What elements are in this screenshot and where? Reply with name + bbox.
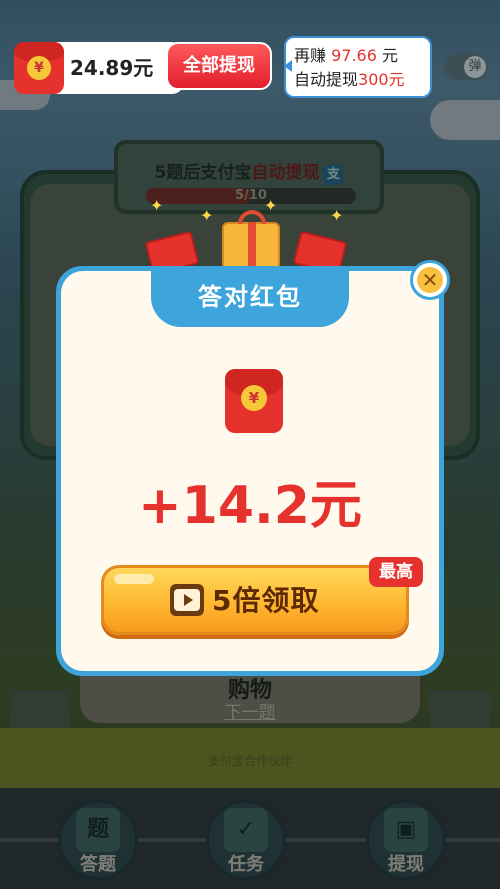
video-play-icon bbox=[170, 584, 204, 616]
auto-withdraw-amount: 300元 bbox=[358, 70, 405, 89]
earn-amount: 97.66 bbox=[331, 46, 377, 65]
best-badge: 最高 bbox=[369, 557, 423, 587]
balance-display: ¥ 24.89元 bbox=[14, 42, 184, 94]
red-envelope-icon: ¥ bbox=[225, 369, 283, 433]
sparkle-icon: ✦ bbox=[264, 196, 278, 215]
withdraw-all-button[interactable]: 全部提现 bbox=[166, 42, 272, 90]
gift-box-icon bbox=[222, 210, 280, 272]
earn-line: 再赚 97.66 元 bbox=[294, 46, 399, 65]
earn-tip-bubble: 再赚 97.66 元 自动提现300元 bbox=[284, 36, 432, 98]
claim-label: 5倍领取 bbox=[212, 584, 320, 617]
auto-withdraw-line: 自动提现300元 bbox=[294, 70, 405, 89]
modal-body: 答对红包 ¥ +14.2元 5倍领取 最高 bbox=[61, 271, 439, 671]
red-envelope-icon: ¥ bbox=[14, 42, 64, 94]
claim-5x-button[interactable]: 5倍领取 bbox=[101, 565, 409, 635]
toggle-knob: 弹 bbox=[464, 56, 486, 78]
modal-title: 答对红包 bbox=[198, 283, 302, 311]
sparkle-icon: ✦ bbox=[150, 196, 164, 215]
balance-value: 24.89元 bbox=[70, 56, 154, 80]
popup-toggle[interactable]: 弹 bbox=[444, 54, 488, 80]
reward-modal: 答对红包 ¥ +14.2元 5倍领取 最高 bbox=[56, 266, 444, 676]
reward-amount: +14.2元 bbox=[138, 476, 362, 536]
close-button[interactable]: ✕ bbox=[410, 260, 450, 300]
sparkle-icon: ✦ bbox=[200, 206, 214, 225]
sparkle-icon: ✦ bbox=[330, 206, 344, 225]
close-icon: ✕ bbox=[417, 267, 443, 293]
